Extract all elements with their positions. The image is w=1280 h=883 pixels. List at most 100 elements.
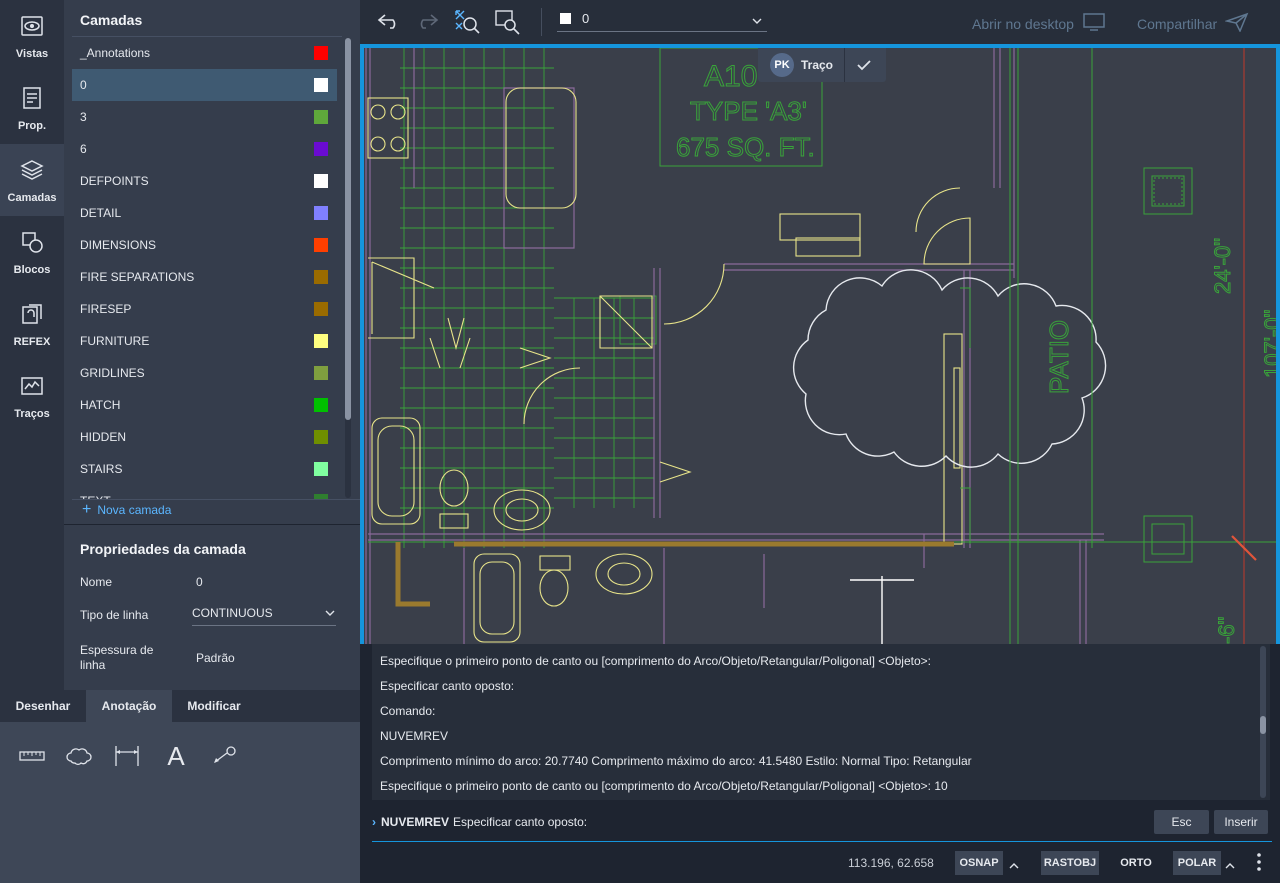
chevron-up-icon[interactable]	[1009, 857, 1019, 875]
rail-label: Blocos	[13, 263, 51, 276]
command-prompt[interactable]: › NUVEMREV Especificar canto oposto:	[372, 815, 587, 829]
zoom-window-icon[interactable]	[494, 9, 522, 40]
markup-divider	[844, 48, 845, 82]
markup-badge[interactable]: PK Traço	[758, 48, 886, 82]
chevron-up-icon[interactable]	[1225, 857, 1235, 875]
layer-row[interactable]: 0	[72, 69, 337, 101]
layer-row[interactable]: 3	[72, 101, 337, 133]
layer-row[interactable]: DIMENSIONS	[72, 229, 337, 261]
layer-color-swatch[interactable]	[314, 110, 328, 124]
layer-name: STAIRS	[80, 462, 123, 476]
rail-item-blocos[interactable]: Blocos	[0, 216, 64, 288]
tab-modificar[interactable]: Modificar	[172, 690, 256, 722]
rail-label: Camadas	[7, 191, 57, 204]
toolbar-separator	[541, 8, 542, 36]
layer-row[interactable]: DETAIL	[72, 197, 337, 229]
open-desktop-button[interactable]: Abrir no desktop	[972, 12, 1106, 35]
chevron-down-icon	[751, 12, 763, 30]
esc-button[interactable]: Esc	[1154, 810, 1209, 834]
history-line: NUVEMREV	[380, 729, 449, 743]
layer-row[interactable]: FURNITURE	[72, 325, 337, 357]
layer-color-swatch[interactable]	[314, 270, 328, 284]
layer-color-swatch[interactable]	[314, 238, 328, 252]
osnap-toggle[interactable]: OSNAP	[955, 851, 1003, 875]
more-menu-icon[interactable]	[1255, 852, 1263, 877]
send-icon	[1224, 12, 1249, 35]
redo-icon[interactable]	[414, 10, 440, 37]
layer-name: FURNITURE	[80, 334, 150, 348]
rail-item-vistas[interactable]: Vistas	[0, 0, 64, 72]
rail-label: Prop.	[17, 119, 47, 132]
layer-dropdown-value: 0	[582, 11, 590, 26]
layer-color-swatch[interactable]	[314, 462, 328, 476]
zoom-extents-icon[interactable]	[454, 9, 482, 40]
dimension-icon[interactable]	[111, 740, 143, 772]
avatar: PK	[770, 53, 794, 77]
layer-color-swatch[interactable]	[314, 366, 328, 380]
eye-icon	[19, 13, 45, 44]
rail-item-prop[interactable]: Prop.	[0, 72, 64, 144]
layer-row[interactable]: FIRESEP	[72, 293, 337, 325]
orto-toggle[interactable]: ORTO	[1114, 851, 1158, 875]
new-layer-button[interactable]: + Nova camada	[82, 501, 171, 518]
dimension-label-1: 24'-0"	[1210, 238, 1235, 294]
share-button[interactable]: Compartilhar	[1137, 12, 1249, 35]
layer-list: _Annotations 0 3 6 DEFPOINTS DETAIL DIMENSIONS…	[64, 36, 348, 500]
traces-icon	[19, 373, 45, 404]
layer-row[interactable]: FIRE SEPARATIONS	[72, 261, 337, 293]
rail-label: Vistas	[15, 47, 49, 60]
layer-row[interactable]: _Annotations	[72, 37, 337, 69]
dimension-label-2: 107'-0"	[1260, 310, 1280, 378]
layer-color-swatch	[560, 13, 571, 24]
layer-color-swatch[interactable]	[314, 46, 328, 60]
layer-color-swatch[interactable]	[314, 142, 328, 156]
measure-icon[interactable]	[16, 740, 48, 772]
layer-row[interactable]: GRIDLINES	[72, 357, 337, 389]
layer-row[interactable]: STAIRS	[72, 453, 337, 485]
checkmark-icon[interactable]	[856, 58, 872, 77]
history-line: Comprimento mínimo do arco: 20.7740 Comp…	[380, 754, 972, 768]
unit-label-2: TYPE 'A3'	[690, 96, 807, 126]
layer-color-swatch[interactable]	[314, 398, 328, 412]
layer-row[interactable]: HIDDEN	[72, 421, 337, 453]
rail-item-camadas[interactable]: Camadas	[0, 144, 64, 216]
insert-button[interactable]: Inserir	[1214, 810, 1268, 834]
history-scrollbar[interactable]	[1260, 646, 1266, 798]
layer-dropdown[interactable]: 0	[557, 6, 767, 32]
rastobj-toggle[interactable]: RASTOBJ	[1041, 851, 1099, 875]
blocks-icon	[19, 229, 45, 260]
layer-name: 3	[80, 110, 87, 124]
tab-desenhar[interactable]: Desenhar	[0, 690, 86, 722]
layer-row[interactable]: TEXT	[72, 485, 337, 500]
layer-color-swatch[interactable]	[314, 206, 328, 220]
rail-item-refex[interactable]: REFEX	[0, 288, 64, 360]
tab-anotacao[interactable]: Anotação	[86, 690, 172, 722]
linetype-value: CONTINUOUS	[192, 605, 273, 620]
scrollbar-thumb[interactable]	[345, 38, 351, 420]
layer-row[interactable]: HATCH	[72, 389, 337, 421]
layer-row[interactable]: DEFPOINTS	[72, 165, 337, 197]
layer-name: DIMENSIONS	[80, 238, 157, 252]
layer-color-swatch[interactable]	[314, 78, 328, 92]
undo-icon[interactable]	[376, 10, 402, 37]
linetype-select[interactable]: CONTINUOUS	[192, 600, 336, 626]
lineweight-value[interactable]: Padrão	[196, 651, 235, 665]
layer-color-swatch[interactable]	[314, 174, 328, 188]
history-line: Especifique o primeiro ponto de canto ou…	[380, 779, 948, 793]
layer-color-swatch[interactable]	[314, 430, 328, 444]
layer-color-swatch[interactable]	[314, 302, 328, 316]
text-icon[interactable]: A	[160, 740, 192, 772]
leader-icon[interactable]	[208, 740, 240, 772]
revision-cloud-icon[interactable]	[63, 740, 95, 772]
layer-color-swatch[interactable]	[314, 334, 328, 348]
polar-toggle[interactable]: POLAR	[1173, 851, 1221, 875]
layer-list-scrollbar[interactable]	[345, 38, 351, 498]
plus-icon: +	[82, 501, 92, 518]
history-line: Especifique o primeiro ponto de canto ou…	[380, 654, 931, 668]
layer-name: FIRE SEPARATIONS	[80, 270, 195, 284]
drawing-canvas[interactable]: A10 TYPE 'A3' 675 SQ. FT. PATIO 24'-0" 1…	[360, 44, 1280, 644]
rail-item-tracos[interactable]: Traços	[0, 360, 64, 432]
layer-name: DEFPOINTS	[80, 174, 149, 188]
scrollbar-thumb[interactable]	[1260, 716, 1266, 734]
layer-row[interactable]: 6	[72, 133, 337, 165]
